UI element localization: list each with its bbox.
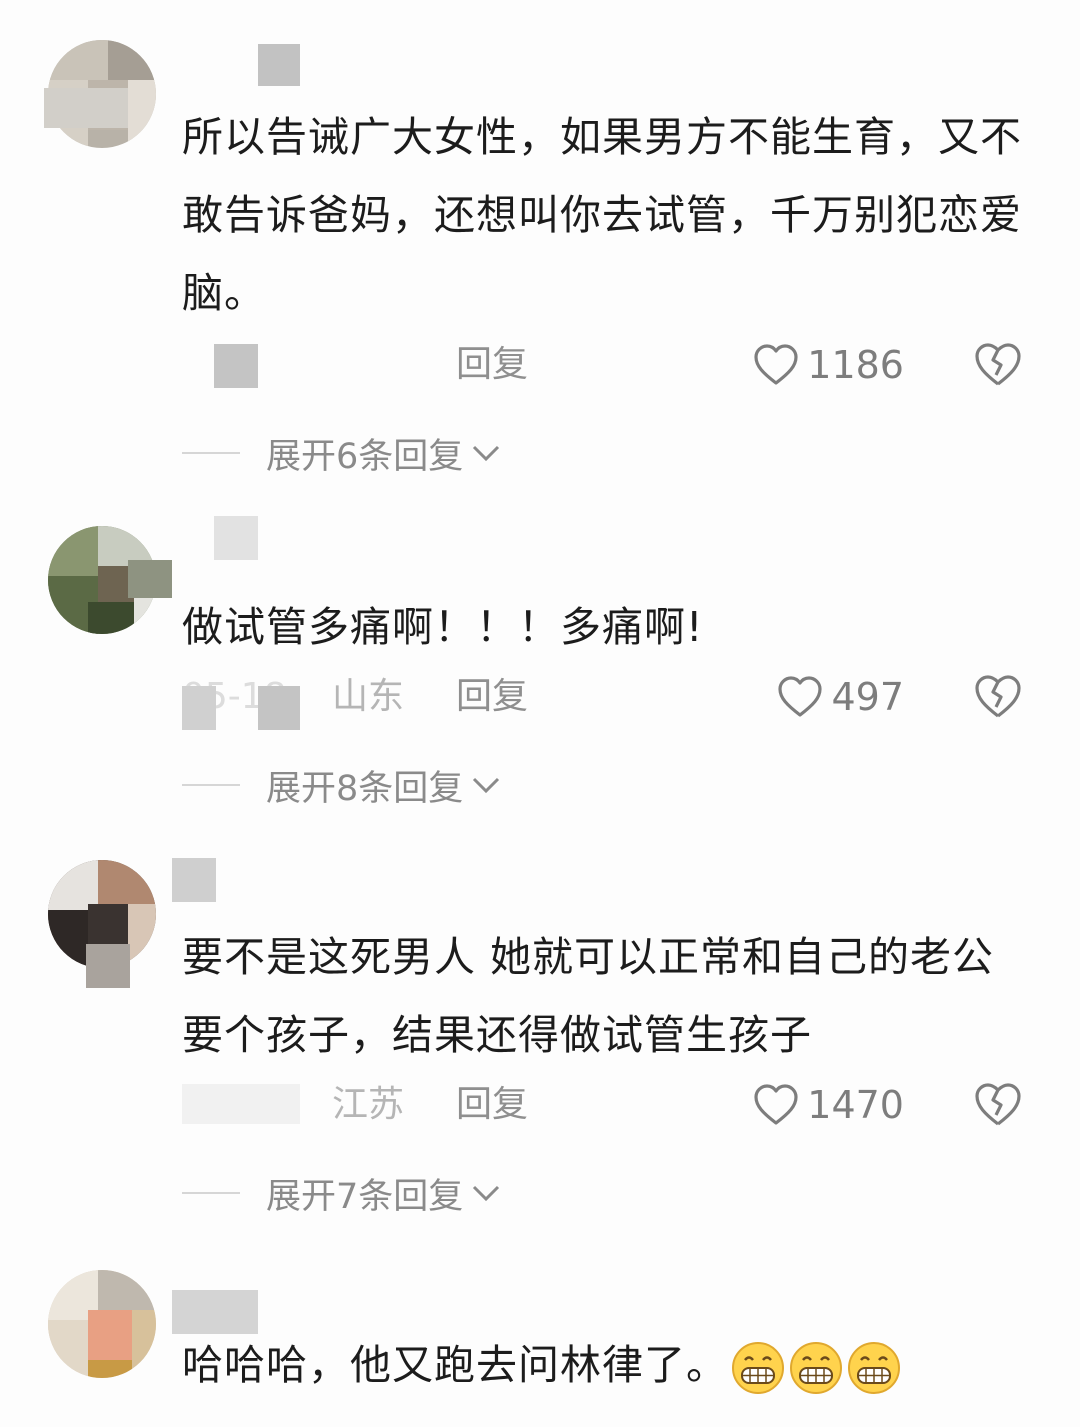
blurred-username: [172, 858, 216, 902]
blurred-date: [258, 686, 300, 730]
blurred-username: [214, 516, 258, 560]
blurred-date: [182, 1084, 300, 1124]
reply-button[interactable]: 回复: [456, 1080, 528, 1130]
heart-icon: [754, 1084, 798, 1125]
heart-icon: [778, 676, 823, 717]
grinning-face-icon: [848, 1342, 900, 1394]
like-count: 497: [831, 675, 904, 719]
expand-replies-button[interactable]: 展开7条回复: [182, 1168, 501, 1218]
chevron-down-icon: [473, 1185, 500, 1202]
chevron-down-icon: [473, 777, 500, 794]
broken-heart-icon[interactable]: [972, 672, 1024, 722]
location: 江苏: [332, 1084, 405, 1125]
broken-heart-icon[interactable]: [972, 1080, 1024, 1130]
like-button[interactable]: 1470: [753, 1080, 904, 1130]
comment-text: 要不是这死男人 她就可以正常和自己的老公要个孩子，结果还得做试管生孩子: [182, 933, 995, 1059]
expand-replies-label: 展开7条回复: [266, 1176, 464, 1217]
blurred-date: [214, 344, 258, 388]
comment-text: 所以告诫广大女性，如果男方不能生育，又不敢告诉爸妈，还想叫你去试管，千万别犯恋爱…: [182, 113, 1022, 317]
comment-text: 做试管多痛啊！！！多痛啊!: [182, 603, 704, 651]
grinning-face-icon: [732, 1342, 784, 1394]
divider: [182, 452, 240, 454]
expand-replies-button[interactable]: 展开8条回复: [182, 760, 501, 810]
divider: [182, 1192, 240, 1194]
comment-text: 哈哈哈，他又跑去问林律了。: [182, 1326, 1032, 1404]
like-count: 1470: [807, 1083, 904, 1127]
reply-button[interactable]: 回复: [456, 672, 528, 722]
like-button[interactable]: 1186: [753, 340, 904, 390]
heart-icon: [754, 344, 798, 385]
expand-replies-label: 展开6条回复: [266, 436, 464, 477]
expand-replies-label: 展开8条回复: [266, 768, 464, 809]
divider: [182, 784, 240, 786]
expand-replies-button[interactable]: 展开6条回复: [182, 428, 501, 478]
blurred-username: [258, 44, 300, 86]
comment-meta: 05-18 山东 回复: [182, 672, 528, 722]
comment-text-content: 哈哈哈，他又跑去问林律了。: [182, 1341, 728, 1389]
broken-heart-icon[interactable]: [972, 340, 1024, 390]
like-count: 1186: [807, 343, 904, 387]
blurred-avatar-edge: [86, 944, 130, 988]
blurred-date: [182, 686, 216, 730]
grinning-face-icon: [790, 1342, 842, 1394]
blurred-avatar-edge: [128, 560, 172, 598]
like-button[interactable]: 497: [777, 672, 904, 722]
blurred-avatar-edge: [44, 88, 128, 128]
reply-button[interactable]: 回复: [456, 340, 528, 390]
avatar[interactable]: [48, 1270, 156, 1378]
chevron-down-icon: [473, 445, 500, 462]
location: 山东: [332, 676, 405, 717]
